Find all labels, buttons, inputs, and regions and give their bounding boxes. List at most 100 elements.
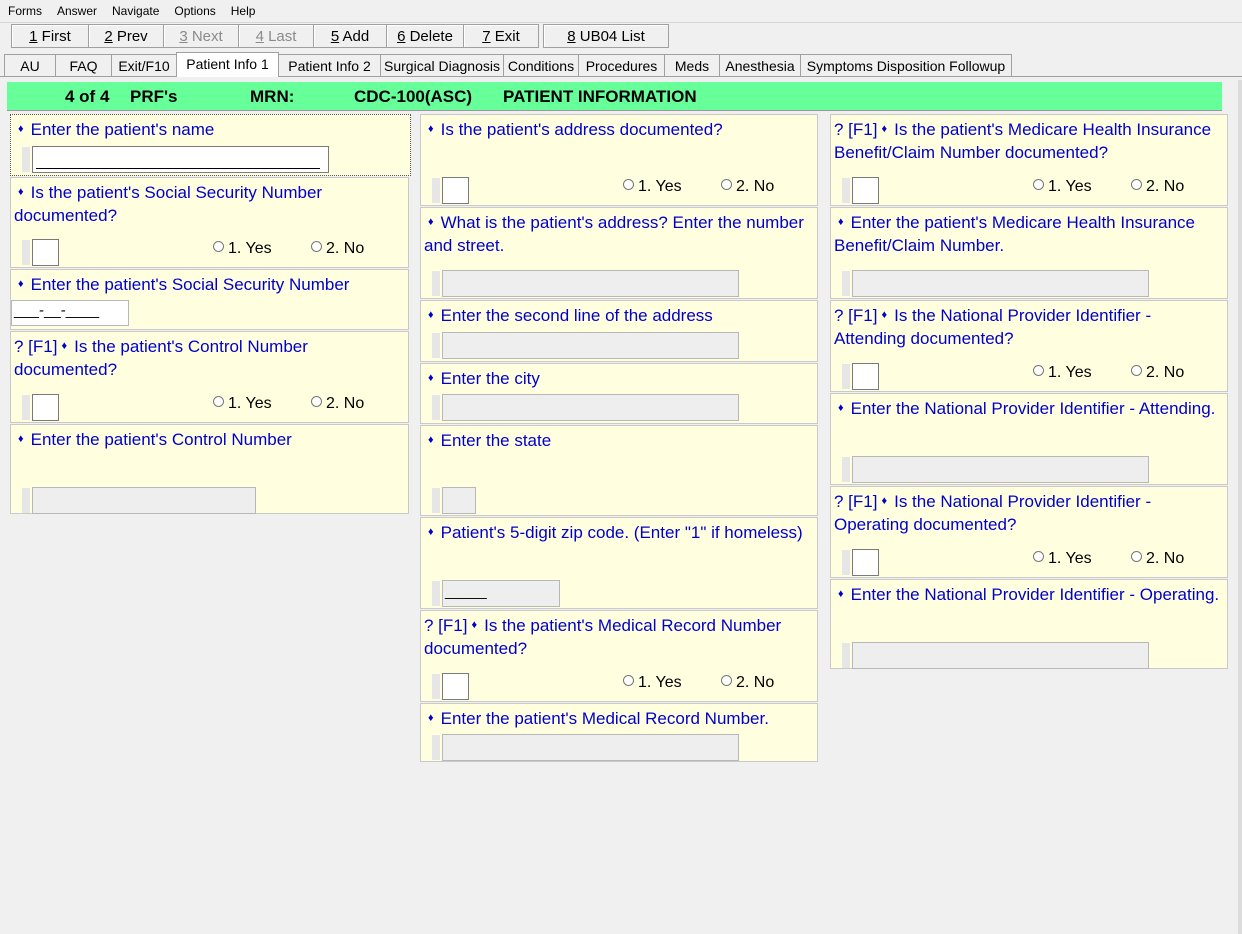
ub04-list-button[interactable]: 8 UB04 List <box>543 24 669 48</box>
mrn-cell: ♦ Enter the patient's Medical Record Numb… <box>420 703 818 762</box>
control-number-input[interactable] <box>32 487 256 514</box>
diamond-icon: ♦ <box>881 123 888 135</box>
npi-operating-documented-no-radio[interactable]: 2. No <box>1131 550 1184 568</box>
npi-operating-documented-input[interactable] <box>852 549 879 576</box>
diamond-icon: ♦ <box>18 123 24 135</box>
question-text: Enter the patient's name <box>30 120 215 139</box>
section-title: PATIENT INFORMATION <box>503 87 697 106</box>
tab-anesthesia[interactable]: Anesthesia <box>719 54 801 76</box>
npi-attending-documented-input[interactable] <box>852 363 879 390</box>
medicare-documented-no-radio[interactable]: 2. No <box>1131 178 1184 196</box>
tab-symptoms-disposition-followup[interactable]: Symptoms Disposition Followup <box>800 54 1012 76</box>
question-text: Is the patient's Medicare Health Insuran… <box>834 120 1212 162</box>
question-text: Enter the patient's Medical Record Numbe… <box>440 709 769 728</box>
medicare-documented-input[interactable] <box>852 177 879 204</box>
ssn-cell: ♦ Enter the patient's Social Security Num… <box>10 269 409 330</box>
mrn-documented-input[interactable] <box>442 673 469 700</box>
tab-au[interactable]: AU <box>4 54 56 76</box>
menu-answer[interactable]: Answer <box>49 0 104 18</box>
state-input[interactable] <box>442 487 476 514</box>
first-button[interactable]: 1 First <box>11 24 89 48</box>
control-documented-yes-radio[interactable]: 1. Yes <box>213 395 272 413</box>
tab-patient-info-2[interactable]: Patient Info 2 <box>278 54 381 76</box>
control-documented-no-radio[interactable]: 2. No <box>311 395 364 413</box>
menu-navigate[interactable]: Navigate <box>104 0 166 18</box>
window-edge <box>1238 80 1242 934</box>
diamond-icon: ♦ <box>838 588 844 600</box>
npi-operating-documented-yes-radio[interactable]: 1. Yes <box>1033 550 1092 568</box>
patient-name-input[interactable] <box>32 146 329 173</box>
tab-conditions[interactable]: Conditions <box>503 54 579 76</box>
address-documented-no-radio[interactable]: 2. No <box>721 178 774 196</box>
question-text: Enter the city <box>440 369 540 388</box>
diamond-icon: ♦ <box>838 216 844 228</box>
medicare-number-cell: ♦ Enter the patient's Medicare Health Ins… <box>830 207 1228 299</box>
question-text: Is the patient's Social Security Number … <box>14 183 323 225</box>
prev-button[interactable]: 2 Prev <box>88 24 164 48</box>
city-input[interactable] <box>442 394 739 421</box>
diamond-icon: ♦ <box>428 123 434 135</box>
control-documented-input[interactable] <box>32 394 59 421</box>
address-line1-cell: ♦ What is the patient's address? Enter th… <box>420 207 818 299</box>
delete-button[interactable]: 6 Delete <box>386 24 464 48</box>
question-text: Enter the patient's Social Security Numb… <box>30 275 350 294</box>
npi-operating-input[interactable] <box>852 642 1149 669</box>
mrn-documented-no-radio[interactable]: 2. No <box>721 674 774 692</box>
diamond-icon: ♦ <box>428 526 434 538</box>
menu-help[interactable]: Help <box>223 0 263 18</box>
address-line1-input[interactable] <box>442 270 739 297</box>
help-f1[interactable]: ? [F1] <box>834 120 877 139</box>
tab-procedures[interactable]: Procedures <box>578 54 665 76</box>
help-f1[interactable]: ? [F1] <box>14 337 57 356</box>
address-line2-input[interactable] <box>442 332 739 359</box>
tab-surgical-diagnosis[interactable]: Surgical Diagnosis <box>380 54 504 76</box>
npi-operating-documented-cell: ? [F1] ♦ Is the National Provider Identifi… <box>830 486 1228 578</box>
npi-attending-documented-cell: ? [F1] ♦ Is the National Provider Identifi… <box>830 300 1228 392</box>
question-text: Enter the patient's Medicare Health Insu… <box>834 213 1196 255</box>
npi-attending-cell: ♦ Enter the National Provider Identifier … <box>830 393 1228 485</box>
address-documented-input[interactable] <box>442 177 469 204</box>
npi-attending-input[interactable] <box>852 456 1149 483</box>
menu-options[interactable]: Options <box>166 0 222 18</box>
diamond-icon: ♦ <box>428 372 434 384</box>
tab-exit-f10[interactable]: Exit/F10 <box>111 54 177 76</box>
help-f1[interactable]: ? [F1] <box>424 616 467 635</box>
tab-patient-info-1[interactable]: Patient Info 1 <box>176 52 279 77</box>
help-f1[interactable]: ? [F1] <box>834 306 877 325</box>
ssn-input[interactable]: ___-__-____ <box>11 300 129 326</box>
question-text: Enter the patient's Control Number <box>30 430 292 449</box>
add-button[interactable]: 5 Add <box>313 24 387 48</box>
address-documented-yes-radio[interactable]: 1. Yes <box>623 178 682 196</box>
question-text: Patient's 5-digit zip code. (Enter "1" i… <box>440 523 803 542</box>
diamond-icon: ♦ <box>428 216 434 228</box>
diamond-icon: ♦ <box>428 309 434 321</box>
menu-bar: Forms Answer Navigate Options Help <box>0 0 1242 23</box>
npi-attending-documented-no-radio[interactable]: 2. No <box>1131 364 1184 382</box>
ssn-documented-input[interactable] <box>32 239 59 266</box>
zip-cell: ♦ Patient's 5-digit zip code. (Enter "1" … <box>420 517 818 609</box>
help-f1[interactable]: ? [F1] <box>834 492 877 511</box>
address-line2-cell: ♦ Enter the second line of the address <box>420 300 818 362</box>
control-number-cell: ♦ Enter the patient's Control Number <box>10 424 409 514</box>
zip-input[interactable]: _____ <box>442 580 560 607</box>
menu-forms[interactable]: Forms <box>0 0 49 18</box>
next-button[interactable]: 3 Next <box>163 24 239 48</box>
form-header: 4 of 4 PRF's MRN: CDC-100(ASC) PATIENT I… <box>7 82 1222 111</box>
form-id: CDC-100(ASC) <box>354 87 473 106</box>
record-counter: 4 of 4 <box>65 87 110 106</box>
ssn-documented-no-radio[interactable]: 2. No <box>311 240 364 258</box>
prf-label: PRF's <box>130 87 178 106</box>
mrn-input[interactable] <box>442 734 739 761</box>
question-text: Is the patient's address documented? <box>440 120 723 139</box>
medicare-number-input[interactable] <box>852 270 1149 297</box>
mrn-documented-yes-radio[interactable]: 1. Yes <box>623 674 682 692</box>
npi-attending-documented-yes-radio[interactable]: 1. Yes <box>1033 364 1092 382</box>
tab-faq[interactable]: FAQ <box>55 54 112 76</box>
last-button[interactable]: 4 Last <box>238 24 314 48</box>
question-text: Enter the National Provider Identifier -… <box>850 399 1216 418</box>
exit-button[interactable]: 7 Exit <box>463 24 539 48</box>
ssn-documented-yes-radio[interactable]: 1. Yes <box>213 240 272 258</box>
medicare-documented-yes-radio[interactable]: 1. Yes <box>1033 178 1092 196</box>
diamond-icon: ♦ <box>61 340 68 352</box>
tab-meds[interactable]: Meds <box>664 54 720 76</box>
